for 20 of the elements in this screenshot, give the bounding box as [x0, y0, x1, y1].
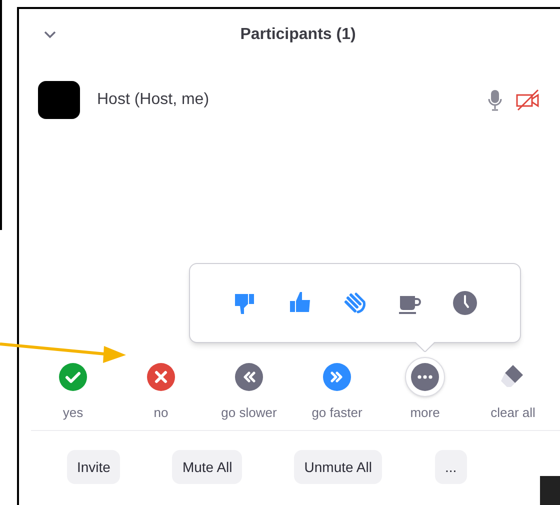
feedback-button[interactable]: no — [117, 356, 205, 422]
participant-name: Host (Host, me) — [97, 90, 210, 110]
action-button[interactable]: Unmute All — [294, 450, 382, 484]
clapping-hands-icon[interactable] — [342, 290, 368, 316]
microphone-icon[interactable] — [488, 89, 502, 111]
clock-icon[interactable] — [452, 290, 478, 316]
video-off-icon[interactable] — [516, 89, 540, 111]
action-button[interactable]: Invite — [67, 450, 120, 484]
dark-corner — [540, 476, 560, 505]
panel-title: Participants (1) — [240, 25, 356, 45]
feedback-button[interactable]: go faster — [293, 356, 381, 422]
more-icon — [411, 362, 439, 390]
feedback-button[interactable]: go slower — [205, 356, 293, 422]
action-button[interactable]: Mute All — [172, 450, 242, 484]
collapse-chevron-icon[interactable] — [43, 30, 57, 39]
feedback-button[interactable]: yes — [29, 356, 117, 422]
feedback-button[interactable]: clear all — [469, 356, 557, 422]
avatar — [38, 81, 80, 119]
action-button[interactable]: ... — [434, 450, 467, 484]
more-button[interactable]: more — [381, 356, 469, 422]
